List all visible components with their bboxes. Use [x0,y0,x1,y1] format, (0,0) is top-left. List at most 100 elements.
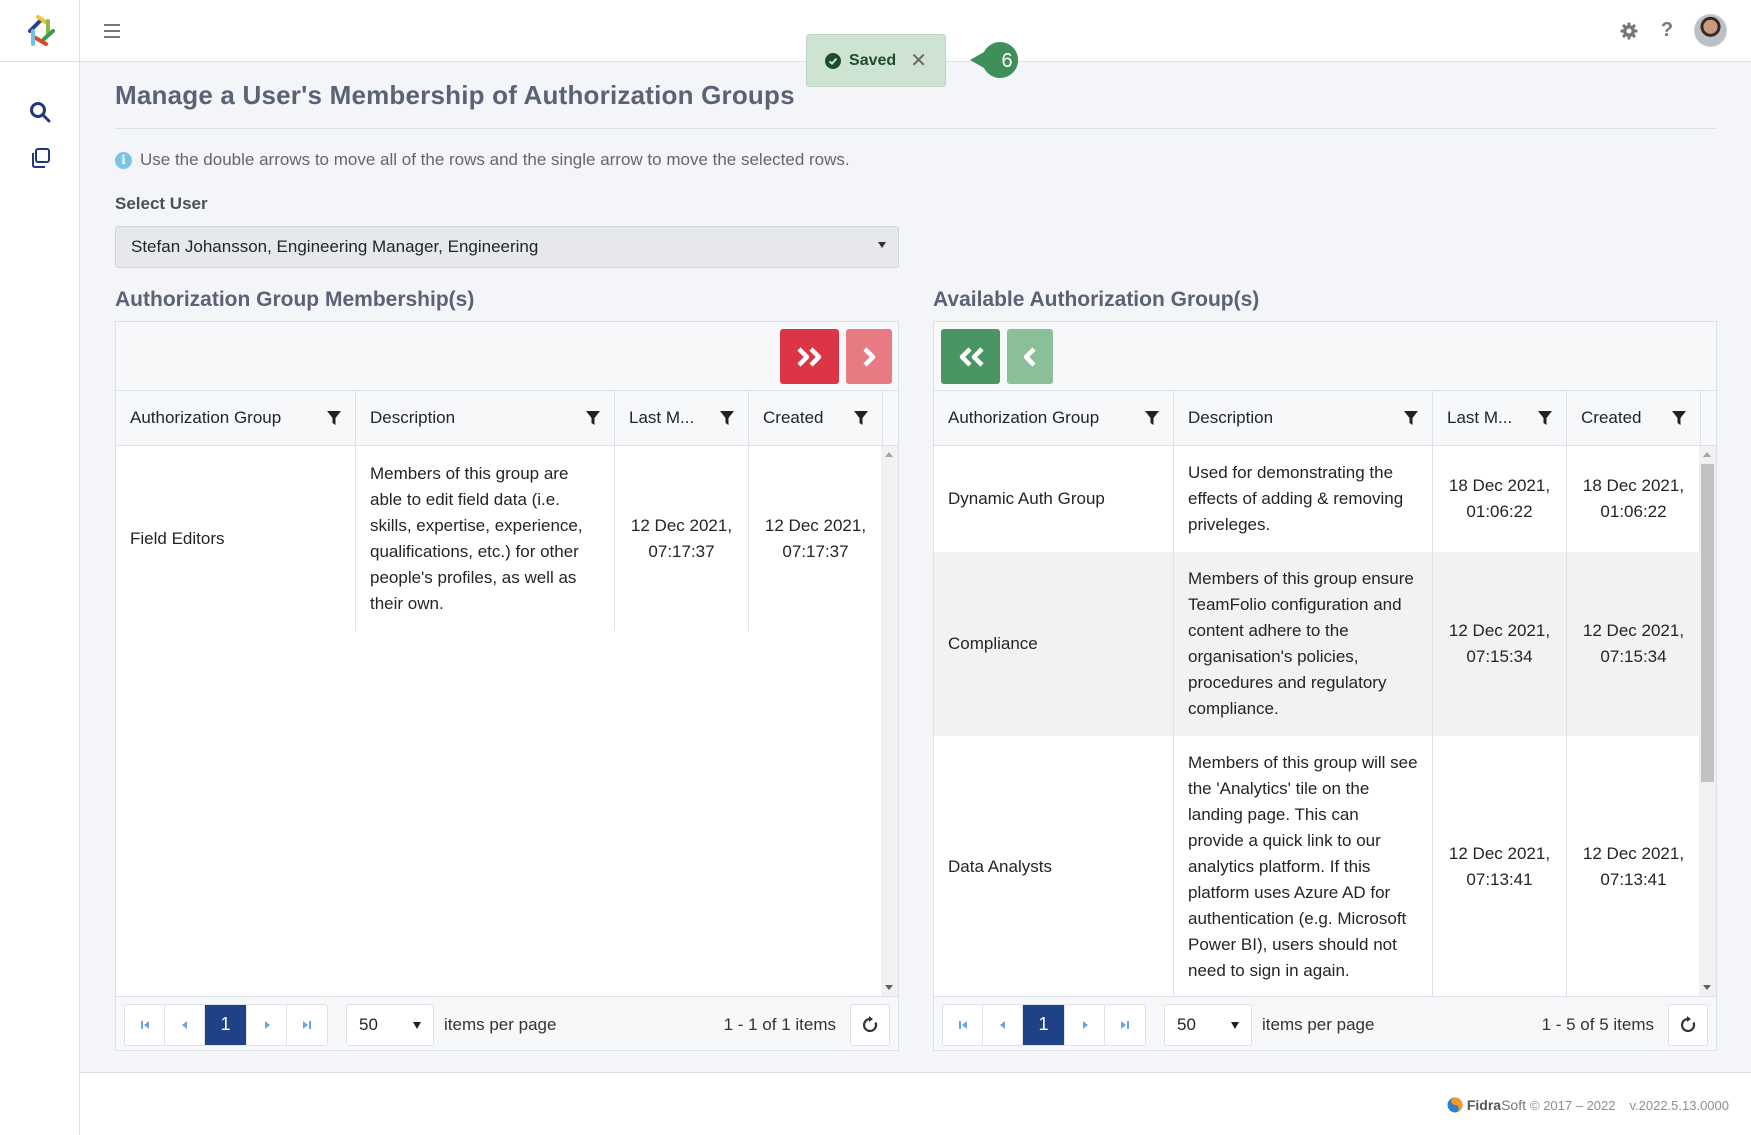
available-toolbar [934,322,1716,391]
available-section-title: Available Authorization Group(s) [933,288,1260,311]
selected-user-value: Stefan Johansson, Engineering Manager, E… [131,237,539,256]
available-grid-body: Dynamic Auth Group Used for demonstratin… [934,446,1716,996]
scroll-up-arrow-icon[interactable] [1703,452,1711,457]
membership-grid-header: Authorization Group Description Last M..… [116,391,898,446]
pager-info: 1 - 1 of 1 items [723,1014,836,1034]
refresh-icon [1680,1015,1696,1032]
select-user-label: Select User [115,194,208,213]
fidrasoft-logo-icon [1447,1097,1463,1113]
column-header-last-modified[interactable]: Last M... [1433,391,1567,445]
available-grid-header: Authorization Group Description Last M..… [934,391,1716,446]
current-page-button[interactable]: 1 [1023,1004,1065,1045]
sidebar-item-copy[interactable] [28,146,52,170]
available-grid: Authorization Group Description Last M..… [933,321,1717,1051]
column-label: Last M... [1447,408,1513,427]
page-size-select[interactable]: 50 [1164,1003,1252,1046]
hamburger-line [104,36,120,38]
previous-page-button[interactable] [983,1004,1023,1045]
available-pager: 1 50 items per page 1 - 5 of 5 items [934,996,1716,1052]
column-label: Description [370,408,456,427]
current-page-button[interactable]: 1 [205,1004,247,1045]
page-size-value: 50 [1177,1014,1196,1034]
cell-group: Data Analysts [934,736,1174,996]
page-size-select[interactable]: 50 [346,1003,434,1046]
pager-info: 1 - 5 of 5 items [1541,1014,1654,1034]
column-header-description[interactable]: Description [1174,391,1433,445]
title-divider [115,128,1716,129]
move-all-right-button[interactable] [780,329,839,384]
column-header-description[interactable]: Description [356,391,615,445]
chevron-down-icon [1231,1021,1239,1029]
filter-icon[interactable] [720,410,734,426]
column-header-created[interactable]: Created [1567,391,1701,445]
user-avatar[interactable] [1694,14,1727,47]
column-header-group[interactable]: Authorization Group [116,391,356,445]
move-all-left-button[interactable] [941,329,1000,384]
filter-icon[interactable] [1672,410,1686,426]
hamburger-line [104,30,120,32]
membership-section-title: Authorization Group Membership(s) [115,288,475,311]
chevron-left-icon [1023,346,1036,367]
filter-icon[interactable] [1404,410,1418,426]
toast-close-button[interactable]: ✕ [910,48,927,73]
refresh-button[interactable] [850,1003,890,1046]
info-text: Use the double arrows to move all of the… [140,150,850,169]
cell-created: 12 Dec 2021, 07:17:37 [749,446,883,631]
filter-icon[interactable] [1145,410,1159,426]
settings-button[interactable] [1618,20,1640,42]
filter-icon[interactable] [586,410,600,426]
toast-message: Saved [849,51,897,69]
page-title: Manage a User's Membership of Authorizat… [115,80,795,110]
filter-icon[interactable] [1538,410,1552,426]
info-message: i Use the double arrows to move all of t… [115,150,850,170]
menu-toggle-button[interactable] [104,20,126,42]
cell-created: 18 Dec 2021, 01:06:22 [1567,446,1701,552]
column-header-last-modified[interactable]: Last M... [615,391,749,445]
cell-last-modified: 12 Dec 2021, 07:15:34 [1433,552,1567,736]
last-page-button[interactable] [1105,1005,1145,1045]
column-header-group[interactable]: Authorization Group [934,391,1174,445]
footer: Fidra Soft © 2017 – 2022 v.2022.5.13.0000 [80,1072,1751,1135]
saved-toast: Saved ✕ [806,34,946,87]
first-page-button[interactable] [125,1004,165,1045]
user-select-dropdown[interactable]: Stefan Johansson, Engineering Manager, E… [115,226,899,268]
next-page-button[interactable] [247,1004,287,1045]
scroll-down-arrow-icon[interactable] [885,985,893,990]
table-row[interactable]: Data Analysts Members of this group will… [934,736,1701,996]
column-header-created[interactable]: Created [749,391,883,445]
column-label: Description [1188,408,1274,427]
scroll-up-arrow-icon[interactable] [885,452,893,457]
help-button[interactable]: ? [1656,19,1678,42]
next-page-icon [1082,1020,1088,1029]
table-row[interactable]: Dynamic Auth Group Used for demonstratin… [934,446,1701,552]
footer-version: v.2022.5.13.0000 [1629,1097,1729,1113]
cell-created: 12 Dec 2021, 07:15:34 [1567,552,1701,736]
refresh-icon [862,1015,878,1032]
table-row[interactable]: Field Editors Members of this group are … [116,446,883,631]
vertical-scrollbar[interactable] [1699,446,1716,996]
refresh-button[interactable] [1668,1003,1708,1046]
previous-page-button[interactable] [165,1004,205,1045]
first-page-button[interactable] [943,1004,983,1045]
table-row[interactable]: Compliance Members of this group ensure … [934,552,1701,736]
vertical-scrollbar[interactable] [881,446,898,996]
chevron-down-icon [413,1021,421,1029]
callout-number: 6 [1001,50,1012,72]
scroll-down-arrow-icon[interactable] [1703,985,1711,990]
last-page-button[interactable] [287,1005,327,1045]
membership-grid-body: Field Editors Members of this group are … [116,446,898,996]
cell-group: Compliance [934,552,1174,736]
double-chevron-left-icon [959,346,984,367]
app-logo[interactable] [0,0,80,62]
chevron-right-icon [863,346,876,367]
next-page-button[interactable] [1065,1004,1105,1045]
move-selected-right-button[interactable] [846,329,892,384]
sidebar [0,62,80,1135]
question-icon: ? [1660,19,1674,41]
filter-icon[interactable] [327,410,341,426]
sidebar-item-search[interactable] [28,100,52,124]
footer-brand-bold: Fidra [1466,1097,1502,1113]
move-selected-left-button[interactable] [1007,329,1053,384]
scrollbar-thumb[interactable] [1701,464,1714,782]
filter-icon[interactable] [854,410,868,426]
